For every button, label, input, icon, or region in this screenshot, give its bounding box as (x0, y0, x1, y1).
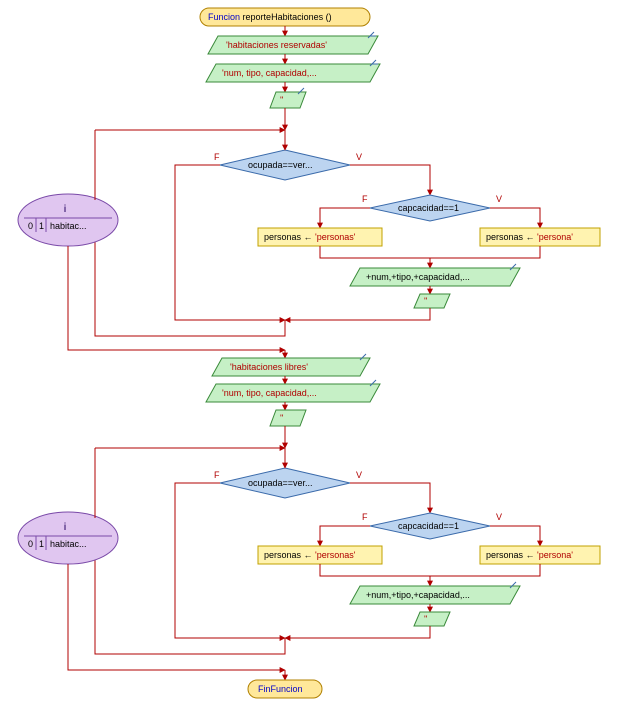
svg-text:'': '' (280, 95, 284, 105)
svg-text:'habitaciones libres': 'habitaciones libres' (230, 362, 308, 372)
svg-text:'num, tipo, capacidad,...: 'num, tipo, capacidad,... (222, 388, 317, 398)
loop-2: i 0 1 habitac... (18, 512, 118, 564)
decision-ocupada-2: ocupada==ver... (220, 468, 350, 498)
io-blank-4: '' (414, 612, 450, 626)
svg-text:+num,+tipo,+capacidad,...: +num,+tipo,+capacidad,... (366, 272, 470, 282)
svg-text:habitac...: habitac... (50, 539, 87, 549)
svg-text:V: V (356, 470, 362, 480)
branch-label-v: V (356, 152, 362, 162)
io-headers-1: 'num, tipo, capacidad,... (206, 60, 380, 82)
io-headers-2: 'num, tipo, capacidad,... (206, 380, 380, 402)
decision-capacidad-1: capcacidad==1 (370, 195, 490, 221)
io-reservadas: 'habitaciones reservadas' (208, 32, 378, 54)
decision-ocupada-1: ocupada==ver... (220, 150, 350, 180)
io-row-2: +num,+tipo,+capacidad,... (350, 582, 520, 604)
svg-text:0: 0 (28, 539, 33, 549)
svg-text:personas ← 'persona': personas ← 'persona' (486, 232, 573, 242)
decision-capacidad-2: capcacidad==1 (370, 513, 490, 539)
svg-text:'': '' (280, 413, 284, 423)
svg-text:+num,+tipo,+capacidad,...: +num,+tipo,+capacidad,... (366, 590, 470, 600)
svg-text:capcacidad==1: capcacidad==1 (398, 203, 459, 213)
end-terminal: FinFuncion (248, 680, 322, 698)
svg-text:ocupada==ver...: ocupada==ver... (248, 160, 313, 170)
assign-personas-singular-1: personas ← 'persona' (480, 228, 600, 246)
start-fn: reporteHabitaciones () (243, 12, 332, 22)
svg-text:F: F (362, 512, 368, 522)
svg-text:Funcion reporteHabitaciones (): Funcion reporteHabitaciones () (208, 12, 332, 22)
svg-text:1: 1 (39, 221, 44, 231)
svg-text:personas ← 'persona': personas ← 'persona' (486, 550, 573, 560)
svg-text:capcacidad==1: capcacidad==1 (398, 521, 459, 531)
svg-text:'habitaciones reservadas': 'habitaciones reservadas' (226, 40, 327, 50)
branch-label-f: F (214, 152, 220, 162)
assign-personas-plural-2: personas ← 'personas' (258, 546, 382, 564)
assign-personas-singular-2: personas ← 'persona' (480, 546, 600, 564)
svg-text:F: F (362, 194, 368, 204)
svg-text:personas ← 'personas': personas ← 'personas' (264, 550, 356, 560)
svg-text:'': '' (424, 614, 428, 624)
io-blank-1: '' (270, 88, 306, 108)
svg-text:F: F (214, 470, 220, 480)
svg-text:personas ← 'personas': personas ← 'personas' (264, 232, 356, 242)
svg-text:FinFuncion: FinFuncion (258, 684, 303, 694)
assign-personas-plural-1: personas ← 'personas' (258, 228, 382, 246)
io-blank-3: '' (270, 410, 306, 426)
loop-1: i 0 1 habitac... (18, 194, 118, 246)
svg-text:'': '' (424, 296, 428, 306)
io-libres: 'habitaciones libres' (212, 354, 370, 376)
svg-text:1: 1 (39, 539, 44, 549)
svg-text:habitac...: habitac... (50, 221, 87, 231)
svg-text:i: i (64, 522, 67, 533)
svg-text:V: V (496, 512, 502, 522)
flowchart: Funcion reporteHabitaciones () 'habitaci… (0, 0, 633, 708)
io-blank-2: '' (414, 294, 450, 308)
start-terminal: Funcion reporteHabitaciones () (200, 8, 370, 26)
io-row-1: +num,+tipo,+capacidad,... (350, 264, 520, 286)
svg-text:V: V (496, 194, 502, 204)
start-kw: Funcion (208, 12, 240, 22)
svg-text:i: i (64, 204, 67, 215)
svg-text:ocupada==ver...: ocupada==ver... (248, 478, 313, 488)
svg-text:'num, tipo, capacidad,...: 'num, tipo, capacidad,... (222, 68, 317, 78)
svg-text:0: 0 (28, 221, 33, 231)
